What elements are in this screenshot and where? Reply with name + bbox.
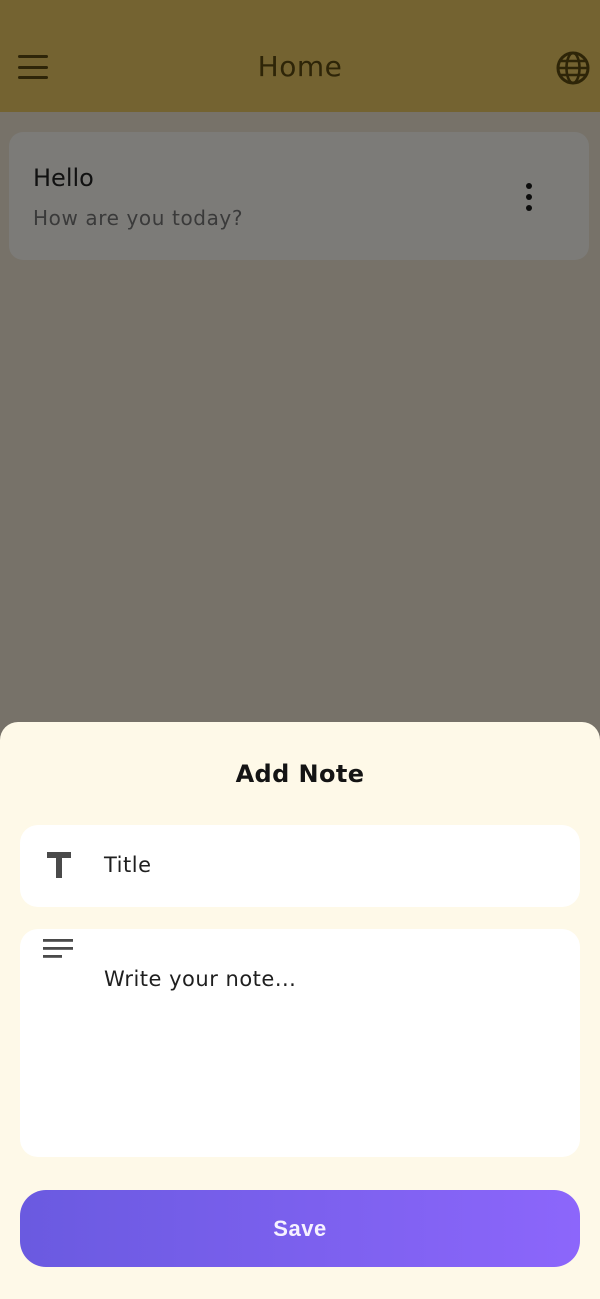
globe-icon[interactable] <box>555 50 591 86</box>
page-title: Home <box>257 50 343 83</box>
app-bar: Home <box>0 0 600 112</box>
text-title-icon <box>47 852 71 878</box>
title-input[interactable]: Title <box>20 825 580 907</box>
add-note-sheet: Add Note Title Write your note... Save <box>0 722 600 1299</box>
note-body-placeholder: Write your note... <box>104 967 297 991</box>
title-placeholder: Title <box>104 853 152 877</box>
sheet-title: Add Note <box>235 760 365 788</box>
note-title: Hello <box>33 164 94 192</box>
note-card[interactable]: Hello How are you today? <box>9 132 589 260</box>
text-lines-icon <box>43 939 73 958</box>
note-body-input[interactable]: Write your note... <box>20 929 580 1157</box>
save-button[interactable]: Save <box>20 1190 580 1267</box>
more-vertical-icon[interactable] <box>517 180 541 214</box>
note-body: How are you today? <box>33 206 244 230</box>
